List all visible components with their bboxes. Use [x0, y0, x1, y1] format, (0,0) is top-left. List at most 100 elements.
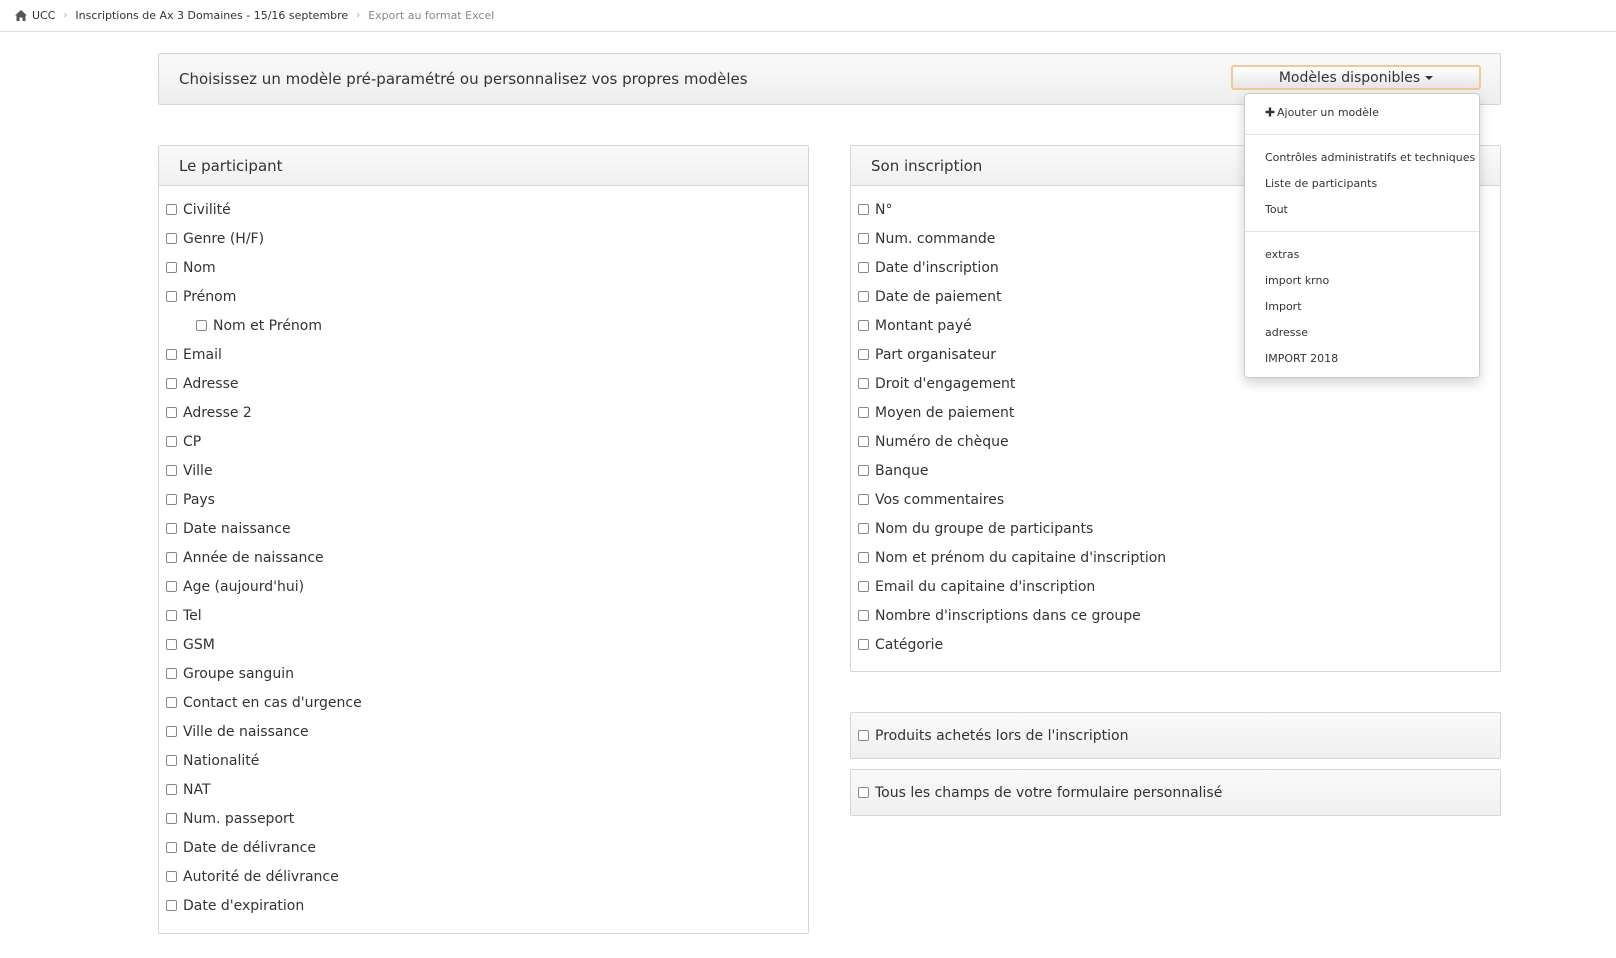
field-checkbox[interactable] [858, 436, 869, 447]
field-checkbox[interactable] [858, 465, 869, 476]
field-checkbox[interactable] [166, 349, 177, 360]
field-option[interactable]: Email du capitaine d'inscription [851, 572, 1500, 601]
field-option[interactable]: Numéro de chèque [851, 427, 1500, 456]
custom-model-item[interactable]: IMPORT 2018 [1265, 350, 1338, 366]
field-checkbox[interactable] [858, 233, 869, 244]
field-label: Prénom [183, 288, 237, 305]
custom-model-item[interactable]: import krno [1265, 272, 1329, 288]
field-checkbox[interactable] [858, 320, 869, 331]
menu-divider [1245, 134, 1479, 135]
field-checkbox[interactable] [858, 581, 869, 592]
field-checkbox[interactable] [858, 349, 869, 360]
field-option[interactable]: Ville [159, 456, 808, 485]
field-checkbox[interactable] [166, 871, 177, 882]
field-option[interactable]: Email [159, 340, 808, 369]
custom-model-item[interactable]: extras [1265, 246, 1299, 262]
field-option[interactable]: Banque [851, 456, 1500, 485]
field-checkbox[interactable] [166, 378, 177, 389]
field-checkbox[interactable] [166, 262, 177, 273]
field-option[interactable]: Nom et Prénom [159, 311, 808, 340]
custom-form-panel[interactable]: Tous les champs de votre formulaire pers… [850, 769, 1501, 816]
field-option[interactable]: Groupe sanguin [159, 659, 808, 688]
field-label: Numéro de chèque [875, 433, 1009, 450]
field-option[interactable]: Autorité de délivrance [159, 862, 808, 891]
field-option[interactable]: Année de naissance [159, 543, 808, 572]
breadcrumb-home-link[interactable]: UCC [32, 9, 55, 22]
field-checkbox[interactable] [858, 639, 869, 650]
field-checkbox[interactable] [166, 407, 177, 418]
field-checkbox[interactable] [166, 813, 177, 824]
field-option[interactable]: Ville de naissance [159, 717, 808, 746]
field-option[interactable]: Tel [159, 601, 808, 630]
field-option[interactable]: Date d'expiration [159, 891, 808, 920]
field-option[interactable]: Genre (H/F) [159, 224, 808, 253]
field-checkbox[interactable] [858, 378, 869, 389]
field-option[interactable]: Nationalité [159, 746, 808, 775]
field-label: Droit d'engagement [875, 375, 1016, 392]
custom-form-checkbox[interactable] [858, 787, 869, 798]
field-checkbox[interactable] [858, 552, 869, 563]
field-option[interactable]: Adresse [159, 369, 808, 398]
field-checkbox[interactable] [166, 900, 177, 911]
home-icon[interactable] [15, 10, 27, 21]
field-option[interactable]: Nom et prénom du capitaine d'inscription [851, 543, 1500, 572]
field-checkbox[interactable] [858, 262, 869, 273]
field-option[interactable]: Pays [159, 485, 808, 514]
field-option[interactable]: Num. passeport [159, 804, 808, 833]
field-checkbox[interactable] [166, 610, 177, 621]
field-checkbox[interactable] [196, 320, 207, 331]
field-checkbox[interactable] [166, 552, 177, 563]
field-checkbox[interactable] [166, 639, 177, 650]
field-option[interactable]: Nombre d'inscriptions dans ce groupe [851, 601, 1500, 630]
field-label: Nationalité [183, 752, 260, 769]
field-checkbox[interactable] [166, 784, 177, 795]
field-checkbox[interactable] [166, 233, 177, 244]
field-option[interactable]: Nom [159, 253, 808, 282]
field-checkbox[interactable] [166, 436, 177, 447]
field-checkbox[interactable] [858, 523, 869, 534]
field-checkbox[interactable] [858, 204, 869, 215]
field-option[interactable]: Age (aujourd'hui) [159, 572, 808, 601]
custom-model-item[interactable]: Import [1265, 298, 1302, 314]
field-option[interactable]: Civilité [159, 195, 808, 224]
field-option[interactable]: Date de délivrance [159, 833, 808, 862]
field-checkbox[interactable] [166, 465, 177, 476]
field-checkbox[interactable] [858, 407, 869, 418]
field-checkbox[interactable] [858, 494, 869, 505]
field-label: Vos commentaires [875, 491, 1005, 508]
field-label: Nombre d'inscriptions dans ce groupe [875, 607, 1141, 624]
field-checkbox[interactable] [166, 204, 177, 215]
field-option[interactable]: Moyen de paiement [851, 398, 1500, 427]
preset-item-controles[interactable]: Contrôles administratifs et techniques [1265, 149, 1475, 165]
custom-model-item[interactable]: adresse [1265, 324, 1308, 340]
field-checkbox[interactable] [166, 581, 177, 592]
field-option[interactable]: Contact en cas d'urgence [159, 688, 808, 717]
field-checkbox[interactable] [166, 494, 177, 505]
field-option[interactable]: Nom du groupe de participants [851, 514, 1500, 543]
field-option[interactable]: Adresse 2 [159, 398, 808, 427]
field-checkbox[interactable] [166, 726, 177, 737]
preset-item-liste[interactable]: Liste de participants [1265, 175, 1377, 191]
preset-item-tout[interactable]: Tout [1265, 201, 1288, 217]
field-option[interactable]: Date naissance [159, 514, 808, 543]
field-option[interactable]: Catégorie [851, 630, 1500, 659]
products-panel[interactable]: Produits achetés lors de l'inscription [850, 712, 1501, 759]
field-checkbox[interactable] [166, 842, 177, 853]
field-option[interactable]: Vos commentaires [851, 485, 1500, 514]
field-option[interactable]: CP [159, 427, 808, 456]
field-checkbox[interactable] [166, 697, 177, 708]
available-models-button[interactable]: Modèles disponibles [1231, 65, 1481, 90]
breadcrumb-event-link[interactable]: Inscriptions de Ax 3 Domaines - 15/16 se… [75, 9, 348, 22]
field-option[interactable]: NAT [159, 775, 808, 804]
field-checkbox[interactable] [166, 668, 177, 679]
field-checkbox[interactable] [858, 610, 869, 621]
add-model-item[interactable]: Ajouter un modèle [1265, 104, 1379, 120]
field-label: NAT [183, 781, 211, 798]
field-checkbox[interactable] [166, 291, 177, 302]
field-checkbox[interactable] [858, 291, 869, 302]
field-checkbox[interactable] [166, 755, 177, 766]
field-checkbox[interactable] [166, 523, 177, 534]
products-checkbox[interactable] [858, 730, 869, 741]
field-option[interactable]: Prénom [159, 282, 808, 311]
field-option[interactable]: GSM [159, 630, 808, 659]
